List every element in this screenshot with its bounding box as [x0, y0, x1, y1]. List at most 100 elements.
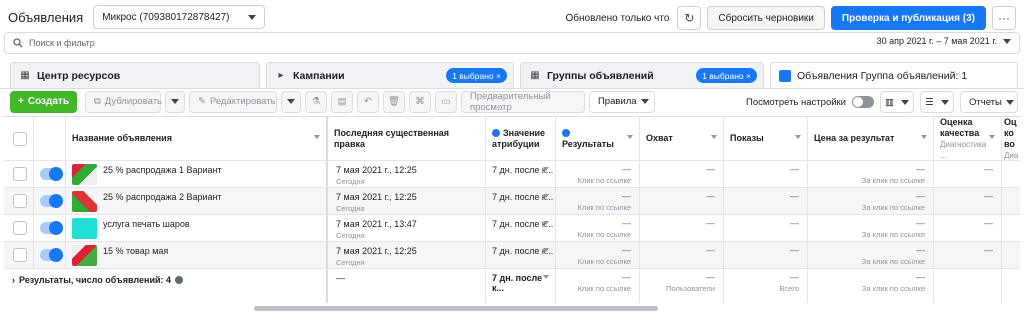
- breakdown-icon: ☰: [925, 96, 934, 108]
- table-row[interactable]: услуга печать шаров 7 мая 2021 г., 13:47…: [4, 215, 1020, 242]
- row-checkbox[interactable]: [13, 221, 27, 235]
- results-cell: — Клик по ссылке: [556, 242, 640, 268]
- name-cell[interactable]: 15 % товар мая: [66, 242, 328, 268]
- col-header-last-edit[interactable]: Последняя существенная правка: [328, 117, 486, 160]
- col-extra-sub: Диа: [1004, 150, 1019, 160]
- preview-button[interactable]: Предварительный просмотр: [460, 90, 585, 113]
- create-label: Создать: [27, 96, 69, 107]
- impressions-cell: —: [724, 188, 808, 214]
- duplicate-button[interactable]: ⧉ Дублировать: [84, 90, 162, 113]
- flask-icon: ⚗: [311, 96, 321, 107]
- header-checkbox-cell: [4, 117, 34, 160]
- date-range-picker[interactable]: 30 апр 2021 г. – 7 мая 2021 г.: [877, 36, 1011, 46]
- results-cell: — Клик по ссылке: [556, 215, 640, 241]
- results-cell: — Клик по ссылке: [556, 161, 640, 187]
- ad-status-toggle[interactable]: [40, 248, 63, 262]
- col-header-quality[interactable]: Оценка качества Диагностика ...: [934, 117, 1002, 160]
- discard-drafts-button[interactable]: Сбросить черновики: [707, 6, 825, 30]
- view-settings-toggle[interactable]: [852, 96, 874, 108]
- review-publish-button[interactable]: Проверка и публикация (3): [830, 6, 986, 30]
- clipboard-icon: ▤: [337, 96, 347, 107]
- duplicate-dropdown[interactable]: [164, 90, 185, 113]
- cost-sub: За клик по ссылке: [861, 203, 925, 212]
- rules-button[interactable]: Правила: [588, 90, 655, 113]
- extra-cell: [1002, 242, 1020, 268]
- reports-button[interactable]: Отчеты: [960, 91, 1018, 113]
- account-select[interactable]: Микрос (709380172878427): [93, 5, 266, 29]
- search-filter-bar[interactable]: Поиск и фильтр 30 апр 2021 г. – 7 мая 20…: [4, 32, 1020, 54]
- ad-name: 25 % распродажа 1 Вариант: [103, 165, 222, 175]
- tab-campaigns[interactable]: ▸ Кампании 1 выбрано ×: [266, 62, 514, 88]
- name-cell[interactable]: услуга печать шаров: [66, 215, 328, 241]
- table-row[interactable]: 25 % распродажа 2 Вариант 7 мая 2021 г.,…: [4, 188, 1020, 215]
- col-header-reach[interactable]: Охват: [640, 117, 724, 160]
- tab-resource-center[interactable]: ▦ Центр ресурсов: [10, 62, 260, 88]
- selected-chip[interactable]: 1 выбрано ×: [696, 68, 757, 83]
- name-cell[interactable]: 25 % распродажа 2 Вариант: [66, 188, 328, 214]
- summary-impressions-sub: Всего: [779, 284, 799, 293]
- summary-reach-cell: — Пользователи: [640, 269, 724, 303]
- attribution-cell: 7 дн. после к...: [486, 215, 556, 241]
- last-edit-sub: Сегодня: [336, 204, 365, 213]
- row-checkbox-cell: [4, 188, 34, 214]
- breakdown-button[interactable]: ☰: [920, 91, 954, 113]
- select-all-checkbox[interactable]: [13, 131, 27, 146]
- chevron-right-icon: ›: [12, 275, 15, 285]
- col-quality-sub: Диагностика ...: [940, 139, 987, 160]
- create-button[interactable]: + Создать: [10, 90, 77, 113]
- page-title: Объявления: [8, 9, 84, 25]
- col-header-extra[interactable]: Оц ко во Диа: [1002, 117, 1020, 160]
- row-checkbox[interactable]: [13, 194, 27, 208]
- chevron-down-icon: [543, 167, 549, 171]
- row-checkbox[interactable]: [13, 248, 27, 262]
- account-name: Микрос (709380172878427): [102, 11, 230, 23]
- name-cell[interactable]: 25 % распродажа 1 Вариант: [66, 161, 328, 187]
- sort-icon: [989, 135, 995, 139]
- col-header-impressions[interactable]: Показы: [724, 117, 808, 160]
- col-header-attribution[interactable]: Значение атрибуции: [486, 117, 556, 160]
- ad-status-toggle[interactable]: [40, 194, 63, 208]
- ad-name: 15 % товар мая: [103, 246, 169, 256]
- selected-chip[interactable]: 1 выбрано ×: [446, 68, 507, 83]
- clipboard-button[interactable]: ▤: [330, 90, 353, 113]
- table-row[interactable]: 15 % товар мая 7 мая 2021 г., 12:25 Сегод…: [4, 242, 1020, 269]
- row-checkbox[interactable]: [13, 167, 27, 181]
- last-edit-cell: 7 мая 2021 г., 13:47 Сегодня: [328, 215, 486, 241]
- search-icon: [13, 38, 23, 48]
- last-edit-cell: 7 мая 2021 г., 12:25 Сегодня: [328, 242, 486, 268]
- quality-value: —: [984, 245, 993, 255]
- columns-button[interactable]: ▥: [880, 91, 914, 113]
- delete-button[interactable]: 🗑: [382, 90, 405, 113]
- tab-ad-sets[interactable]: ▦ Группы объявлений 1 выбрано ×: [520, 62, 764, 88]
- chevron-down-icon: [543, 275, 549, 279]
- summary-label-cell[interactable]: › Результаты, число объявлений: 4: [4, 269, 328, 303]
- col-results-label: Результаты: [562, 138, 614, 149]
- undo-button[interactable]: ↶: [356, 90, 379, 113]
- comment-icon: ▭: [441, 96, 451, 107]
- more-button[interactable]: ···: [992, 6, 1016, 30]
- edit-button[interactable]: ✎ Редактировать: [188, 90, 277, 113]
- sort-icon: [921, 135, 927, 139]
- col-header-results[interactable]: Результаты: [556, 117, 640, 160]
- cost-value: —: [916, 245, 925, 255]
- ad-status-toggle[interactable]: [40, 221, 63, 235]
- tab-ads[interactable]: Объявления Группа объявлений: 1: [770, 62, 1018, 88]
- ad-status-toggle[interactable]: [40, 167, 63, 181]
- comment-button[interactable]: ▭: [434, 90, 457, 113]
- reach-cell: —: [640, 215, 724, 241]
- table-row[interactable]: 25 % распродажа 1 Вариант 7 мая 2021 г.,…: [4, 161, 1020, 188]
- horizontal-scrollbar[interactable]: [254, 306, 658, 311]
- col-header-name[interactable]: Название объявления: [66, 117, 328, 160]
- ab-test-button[interactable]: ⚗: [304, 90, 327, 113]
- cost-cell: — За клик по ссылке: [808, 215, 934, 241]
- edit-dropdown[interactable]: [280, 90, 301, 113]
- tag-button[interactable]: ⌘: [408, 90, 431, 113]
- summary-edit-cell: —: [328, 269, 486, 303]
- view-settings-label: Посмотреть настройки: [746, 96, 846, 108]
- refresh-button[interactable]: ↻: [677, 6, 702, 30]
- grid-icon: ▦: [20, 70, 30, 81]
- search-input[interactable]: Поиск и фильтр: [29, 38, 95, 48]
- col-header-cost[interactable]: Цена за результат: [808, 117, 934, 160]
- ad-name: 25 % распродажа 2 Вариант: [103, 192, 222, 202]
- row-toggle-cell: [34, 188, 66, 214]
